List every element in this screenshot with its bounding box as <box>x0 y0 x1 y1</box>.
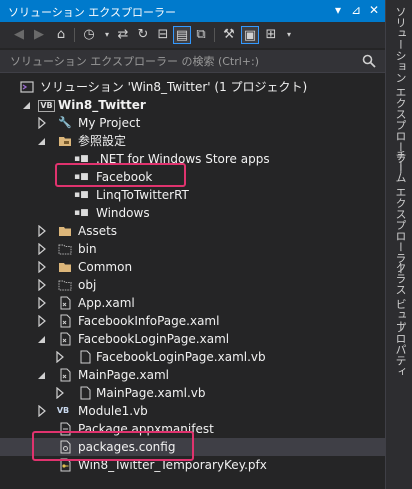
assembly-reference-icon: ▪■ <box>74 190 89 200</box>
assembly-reference-icon: ▪■ <box>74 208 89 218</box>
collapsed-arrow-icon[interactable] <box>37 405 47 417</box>
expanded-arrow-icon[interactable] <box>37 333 47 345</box>
collapsed-arrow-icon[interactable] <box>55 387 65 399</box>
home-icon[interactable]: ⌂ <box>52 26 70 44</box>
tree-item-label: obj <box>78 278 97 292</box>
xaml-file-icon <box>60 296 71 310</box>
tree-item-label: FacebookLoginPage.xaml <box>78 332 230 346</box>
toolbar-separator <box>74 28 75 42</box>
side-dock: ソリューション エクスプローラー チーム エクスプローラー クラス ビュー プロ… <box>385 0 412 489</box>
references-folder-icon <box>59 137 71 146</box>
folder-icon <box>59 227 71 236</box>
tree-item-mainpage-vb[interactable]: MainPage.xaml.vb <box>0 384 385 402</box>
side-tab-team-explorer[interactable]: チーム エクスプローラー <box>390 150 408 275</box>
history-icon[interactable]: ◷ <box>80 26 98 44</box>
copy-icon[interactable]: ⧉ <box>192 26 210 44</box>
side-tab-properties[interactable]: プロパティ <box>390 322 408 377</box>
vb-module-icon: VB <box>56 406 70 415</box>
tree-item-label: LinqToTwitterRT <box>96 188 189 202</box>
search-box[interactable] <box>0 50 385 73</box>
class-diagram-icon[interactable]: ⊞ <box>262 26 280 44</box>
tree-item-label: Assets <box>78 224 118 238</box>
tree-item-label: bin <box>78 242 97 256</box>
tree-item-facebookinfopage[interactable]: FacebookInfoPage.xaml <box>0 312 385 330</box>
expanded-arrow-icon[interactable] <box>37 369 47 381</box>
tree-item-label: 参照設定 <box>78 134 127 148</box>
tree-item-label: MainPage.xaml.vb <box>96 386 206 400</box>
back-icon[interactable]: ◀ <box>10 26 28 44</box>
folder-icon <box>59 263 71 272</box>
toolbar-separator <box>214 28 215 42</box>
toolbar: ◀ ▶ ⌂ ◷ ▾ ⇄ ↻ ⊟ ▤ ⧉ ⚒ ▣ ⊞ ▾ <box>0 22 385 48</box>
collapsed-arrow-icon[interactable] <box>37 117 47 129</box>
xaml-file-icon <box>60 332 71 346</box>
tree-item-assets[interactable]: Assets <box>0 222 385 240</box>
close-icon[interactable]: ✕ <box>367 3 381 17</box>
collapsed-arrow-icon[interactable] <box>55 351 65 363</box>
tree-item-label: My Project <box>78 116 141 130</box>
xaml-file-icon <box>60 368 71 382</box>
expanded-arrow-icon[interactable] <box>37 135 47 147</box>
tree-item-label: FacebookLoginPage.xaml.vb <box>96 350 266 364</box>
pin-icon[interactable]: ⊿ <box>349 3 363 17</box>
preview-selected-icon[interactable]: ▣ <box>241 26 259 44</box>
refresh-icon[interactable]: ↻ <box>134 26 152 44</box>
sync-icon[interactable]: ⇄ <box>114 26 132 44</box>
tree-item-label: Win8_Twitter <box>58 98 146 112</box>
solution-tree: ソリューション 'Win8_Twitter' (1 プロジェクト) VB Win… <box>0 76 385 489</box>
title-bar: ソリューション エクスプローラー ▾ ⊿ ✕ <box>0 0 385 22</box>
highlight-box-facebook <box>55 163 186 187</box>
highlight-box-packages-config <box>32 431 194 461</box>
collapsed-arrow-icon[interactable] <box>37 297 47 309</box>
tree-item-common[interactable]: Common <box>0 258 385 276</box>
vb-project-icon: VB <box>38 100 55 112</box>
collapsed-arrow-icon[interactable] <box>37 315 47 327</box>
collapse-all-icon[interactable]: ⊟ <box>154 26 172 44</box>
tree-item-label: MainPage.xaml <box>78 368 169 382</box>
tree-item-obj[interactable]: obj <box>0 276 385 294</box>
more-dropdown-icon[interactable]: ▾ <box>280 26 298 44</box>
solution-explorer-window: ソリューション エクスプローラー ▾ ⊿ ✕ ◀ ▶ ⌂ ◷ ▾ ⇄ ↻ ⊟ ▤… <box>0 0 412 489</box>
collapsed-arrow-icon[interactable] <box>37 279 47 291</box>
dropdown-icon[interactable]: ▾ <box>331 3 345 17</box>
tree-item-app-xaml[interactable]: App.xaml <box>0 294 385 312</box>
solution-icon <box>20 81 34 93</box>
tree-item-label: ソリューション 'Win8_Twitter' (1 プロジェクト) <box>40 80 308 94</box>
collapsed-arrow-icon[interactable] <box>37 261 47 273</box>
hidden-folder-icon <box>58 244 72 255</box>
tree-item-label: Module1.vb <box>78 404 148 418</box>
tree-item-label: Windows <box>96 206 150 220</box>
tree-item-project[interactable]: VB Win8_Twitter <box>0 96 385 114</box>
hidden-folder-icon <box>58 280 72 291</box>
search-icon[interactable] <box>361 53 377 69</box>
tree-item-label: App.xaml <box>78 296 135 310</box>
tree-item-bin[interactable]: bin <box>0 240 385 258</box>
xaml-file-icon <box>60 314 71 328</box>
wrench-icon: 🔧 <box>58 116 72 129</box>
expanded-arrow-icon[interactable] <box>22 99 32 111</box>
tree-item-solution[interactable]: ソリューション 'Win8_Twitter' (1 プロジェクト) <box>0 78 385 96</box>
tree-item-module1[interactable]: VB Module1.vb <box>0 402 385 420</box>
tree-item-reference-windows[interactable]: ▪■ Windows <box>0 204 385 222</box>
show-all-files-icon[interactable]: ▤ <box>173 26 191 44</box>
vb-file-icon <box>80 350 91 364</box>
tree-item-facebookloginpage[interactable]: FacebookLoginPage.xaml <box>0 330 385 348</box>
tree-item-my-project[interactable]: 🔧 My Project <box>0 114 385 132</box>
forward-icon[interactable]: ▶ <box>30 26 48 44</box>
collapsed-arrow-icon[interactable] <box>37 243 47 255</box>
tree-item-label: Common <box>78 260 133 274</box>
tree-item-reference-linqtotwitter[interactable]: ▪■ LinqToTwitterRT <box>0 186 385 204</box>
search-input[interactable] <box>10 52 350 70</box>
properties-wrench-icon[interactable]: ⚒ <box>220 26 238 44</box>
window-title: ソリューション エクスプローラー <box>8 6 176 19</box>
tree-item-label: FacebookInfoPage.xaml <box>78 314 220 328</box>
collapsed-arrow-icon[interactable] <box>37 225 47 237</box>
tree-item-references[interactable]: 参照設定 <box>0 132 385 150</box>
vb-file-icon <box>80 386 91 400</box>
tree-item-mainpage[interactable]: MainPage.xaml <box>0 366 385 384</box>
tree-item-facebookloginpage-vb[interactable]: FacebookLoginPage.xaml.vb <box>0 348 385 366</box>
